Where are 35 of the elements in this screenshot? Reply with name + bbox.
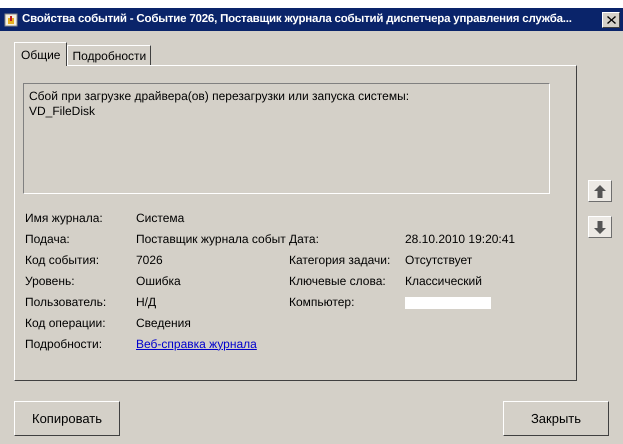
close-dialog-button[interactable]: Закрыть [503, 401, 609, 436]
field-label: Дата: [289, 230, 320, 248]
copy-button[interactable]: Копировать [14, 401, 120, 436]
field-label: Имя журнала: [25, 210, 104, 226]
description-text: VD_FileDisk [29, 104, 96, 119]
field-value: Сведения [136, 314, 191, 332]
close-button[interactable] [602, 12, 620, 28]
field-value: Классический [405, 272, 482, 290]
field-label: Подача: [25, 230, 71, 248]
field-value: Поставщик журнала событ [136, 230, 286, 248]
arrow-up-icon [594, 184, 606, 198]
help-link[interactable]: Веб-справка журнала [136, 334, 257, 352]
field-label: Код события: [25, 252, 100, 268]
arrow-down-icon [594, 220, 606, 234]
field-label: Ключевые слова: [289, 272, 387, 290]
close-icon [606, 16, 616, 24]
field-value: Система [136, 210, 184, 226]
field-value: Н/Д [136, 294, 156, 310]
tab[interactable]: Общие [14, 42, 68, 66]
field-label: Подробности: [25, 336, 104, 352]
field-label: Код операции: [25, 314, 107, 332]
next-button[interactable] [588, 216, 612, 238]
field-label: Категория задачи: [289, 252, 392, 268]
previous-button[interactable] [588, 180, 612, 202]
field-value: Ошибка [136, 272, 181, 290]
field-label: Компьютер: [289, 294, 356, 310]
description-text: Сбой при загрузке драйвера(ов) перезагрузки или запуска системы: [29, 89, 410, 104]
field-label: Пользователь: [25, 294, 108, 310]
tab[interactable]: Подробности [67, 45, 152, 65]
field-value: Отсутствует [405, 252, 472, 268]
field-value: 7026 [136, 252, 163, 268]
field-value: 28.10.2010 19:20:41 [405, 230, 516, 248]
window-title: Свойства событий - Событие 7026, Поставщик журнала событий диспетчера управления служба... [22, 12, 573, 27]
field-label: Уровень: [25, 272, 76, 290]
window-icon [4, 12, 18, 26]
